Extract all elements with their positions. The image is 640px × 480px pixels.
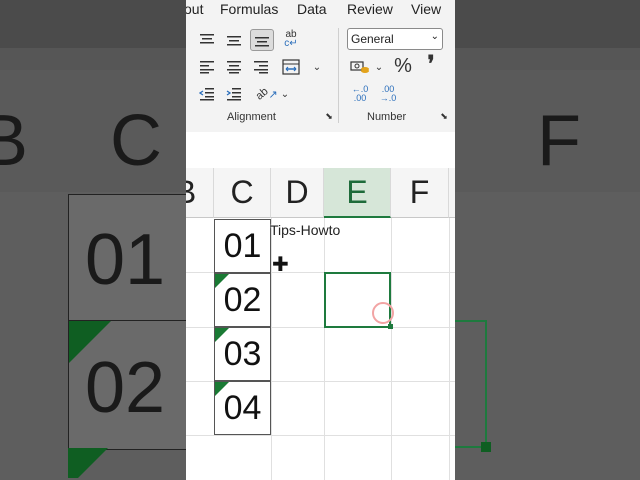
cell-c2[interactable]: 01	[214, 219, 271, 273]
align-center-icon[interactable]	[223, 57, 245, 77]
gridline	[449, 218, 450, 480]
tab-data[interactable]: Data	[297, 1, 327, 17]
gridline	[324, 218, 325, 480]
ribbon: out Formulas Data Review View ab c↵ ⌄ ab…	[186, 0, 455, 132]
alignment-launcher-icon[interactable]: ⬊	[323, 110, 335, 122]
decrease-decimal-button[interactable]: .00 →.0	[376, 84, 400, 104]
watermark-text: Tips-Howto	[270, 222, 341, 238]
zoomed-cell-02: 02	[68, 320, 186, 450]
number-format-value: General	[351, 32, 394, 46]
tab-review[interactable]: Review	[347, 1, 393, 17]
error-indicator-icon[interactable]	[215, 328, 229, 342]
cell-value: 03	[223, 334, 262, 373]
cell-value: 01	[223, 226, 262, 265]
zoomed-header-c: C	[110, 101, 162, 181]
decrease-indent-icon[interactable]	[196, 84, 218, 104]
merge-center-icon[interactable]	[280, 57, 302, 77]
error-indicator-icon[interactable]	[215, 274, 229, 288]
number-group-label: Number	[367, 111, 407, 123]
zoomed-header-f: F	[537, 101, 581, 181]
column-header-f[interactable]: F	[391, 168, 449, 218]
zoomed-cell-01: 01	[68, 194, 186, 322]
cell-value: 02	[223, 280, 262, 319]
zoomed-header-b: B	[0, 101, 29, 181]
column-header-d[interactable]: D	[271, 168, 324, 218]
zoomed-triangle	[68, 448, 108, 480]
cell-value: 04	[223, 388, 262, 427]
excel-window: out Formulas Data Review View ab c↵ ⌄ ab…	[186, 0, 455, 480]
increase-decimal-button[interactable]: ←.0 .00	[348, 84, 372, 104]
number-launcher-icon[interactable]: ⬊	[438, 110, 450, 122]
gridline	[186, 435, 455, 436]
percent-style-button[interactable]: %	[392, 55, 414, 77]
alignment-group-label: Alignment	[227, 111, 276, 123]
zoomed-background-left: B C 01 02	[0, 0, 186, 480]
tab-formulas[interactable]: Formulas	[220, 1, 278, 17]
column-header-e[interactable]: E	[324, 168, 391, 218]
column-header-c[interactable]: C	[214, 168, 271, 218]
column-header-b[interactable]: B	[186, 168, 214, 218]
zoomed-selection-border	[455, 320, 487, 448]
chevron-down-icon[interactable]: ⌄	[306, 57, 328, 77]
align-middle-icon[interactable]	[223, 30, 245, 50]
cell-c3[interactable]: 02	[214, 273, 271, 327]
tab-view[interactable]: View	[411, 1, 441, 17]
align-right-icon[interactable]	[250, 57, 272, 77]
column-header-g[interactable]	[449, 168, 455, 218]
group-separator	[338, 28, 339, 123]
number-format-dropdown[interactable]: General ⌄	[347, 28, 443, 50]
zoomed-ribbon-band	[455, 0, 640, 48]
align-bottom-icon[interactable]	[250, 29, 274, 51]
click-indicator-icon	[372, 302, 394, 324]
align-left-icon[interactable]	[196, 57, 218, 77]
cell-cursor-icon: ✚	[272, 254, 289, 276]
chevron-down-icon: ⌄	[430, 31, 439, 42]
zoomed-background-right: F	[455, 0, 640, 480]
align-top-icon[interactable]	[196, 30, 218, 50]
tab-layout[interactable]: out	[186, 1, 203, 17]
formula-bar-area	[186, 132, 455, 168]
zoomed-ribbon-band	[0, 0, 186, 48]
error-indicator-icon[interactable]	[215, 382, 229, 396]
wrap-text-icon[interactable]: ab c↵	[280, 29, 302, 49]
comma-style-button[interactable]: ❜	[420, 51, 442, 76]
cell-c4[interactable]: 03	[214, 327, 271, 381]
increase-indent-icon[interactable]	[223, 84, 245, 104]
ribbon-tabs: out Formulas Data Review View	[186, 0, 455, 22]
chevron-down-icon[interactable]: ⌄	[274, 84, 296, 104]
currency-format-icon[interactable]	[348, 57, 372, 77]
gridline	[391, 218, 392, 480]
fill-handle[interactable]	[388, 324, 393, 329]
chevron-down-icon[interactable]: ⌄	[372, 57, 386, 77]
zoomed-fill-handle	[481, 442, 491, 452]
cell-c5[interactable]: 04	[214, 381, 271, 435]
